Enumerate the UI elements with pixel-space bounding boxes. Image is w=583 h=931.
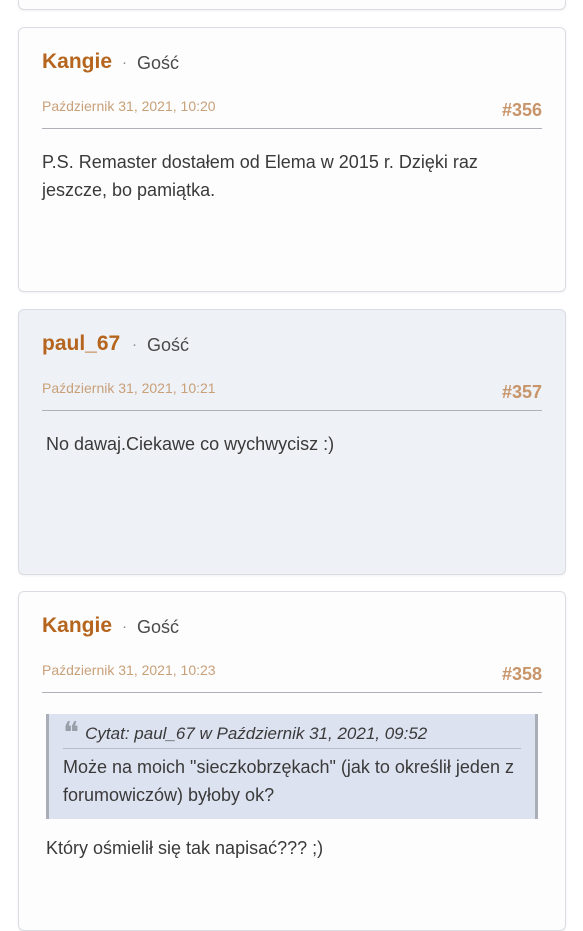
post-date: Październik 31, 2021, 10:21 [42, 380, 216, 396]
quote-citation: Cytat: paul_67 w Październik 31, 2021, 0… [85, 724, 428, 743]
post-number-link[interactable]: #358 [502, 664, 542, 685]
post-date: Październik 31, 2021, 10:20 [42, 98, 216, 114]
post-author-link[interactable]: paul_67 [42, 332, 120, 356]
previous-post-card [18, 0, 566, 10]
post-number-link[interactable]: #357 [502, 382, 542, 403]
post-body: P.S. Remaster dostałem od Elema w 2015 r… [42, 152, 478, 200]
author-role: Gość [147, 335, 190, 355]
quote-header[interactable]: ❝ Cytat: paul_67 w Październik 31, 2021,… [63, 716, 521, 751]
author-separator: · [122, 54, 127, 71]
post-body: Który ośmielił się tak napisać??? ;) [46, 838, 324, 858]
author-separator: · [122, 618, 127, 635]
post-card: Kangie · Gość Październik 31, 2021, 10:2… [18, 591, 566, 931]
post-date: Październik 31, 2021, 10:23 [42, 662, 216, 678]
post-author-link[interactable]: Kangie [42, 614, 112, 638]
post-body: No dawaj.Ciekawe co wychwycisz :) [46, 434, 335, 454]
author-separator: · [132, 336, 137, 353]
post-card: paul_67 · Gość Październik 31, 2021, 10:… [18, 309, 566, 575]
post-header-divider [42, 410, 542, 411]
quote-text: Może na moich "sieczkobrzękach" (jak to … [63, 757, 514, 805]
post-author-link[interactable]: Kangie [42, 50, 112, 74]
author-role: Gość [137, 617, 180, 637]
quote-icon: ❝ [63, 716, 80, 751]
quote-block: ❝ Cytat: paul_67 w Październik 31, 2021,… [46, 714, 538, 819]
post-header-divider [42, 128, 542, 129]
post-number-link[interactable]: #356 [502, 100, 542, 121]
author-role: Gość [137, 53, 180, 73]
post-card: Kangie · Gość Październik 31, 2021, 10:2… [18, 27, 566, 292]
post-header-divider [42, 692, 542, 693]
